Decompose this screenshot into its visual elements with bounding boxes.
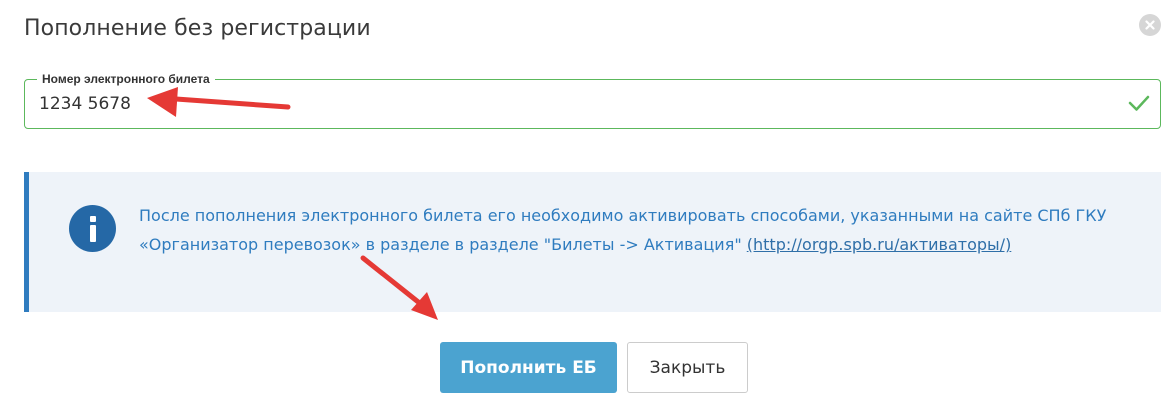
close-icon bbox=[1145, 20, 1155, 30]
close-button[interactable] bbox=[1139, 14, 1161, 36]
modal-dialog: Пополнение без регистрации Номер электро… bbox=[0, 0, 1171, 395]
info-icon bbox=[69, 205, 116, 252]
activators-link[interactable]: (http://orgp.spb.ru/активаторы/) bbox=[747, 235, 1012, 254]
ticket-number-field: Номер электронного билета bbox=[24, 71, 1161, 129]
top-up-button[interactable]: Пополнить ЕБ bbox=[440, 342, 617, 393]
ticket-number-label: Номер электронного билета bbox=[37, 71, 215, 87]
modal-title: Пополнение без регистрации bbox=[24, 16, 371, 41]
info-message: После пополнения электронного билета его… bbox=[139, 201, 1149, 259]
info-alert: После пополнения электронного билета его… bbox=[24, 172, 1161, 312]
check-icon bbox=[1128, 95, 1150, 111]
ticket-number-input[interactable] bbox=[39, 90, 1099, 118]
close-dialog-button[interactable]: Закрыть bbox=[627, 342, 748, 393]
